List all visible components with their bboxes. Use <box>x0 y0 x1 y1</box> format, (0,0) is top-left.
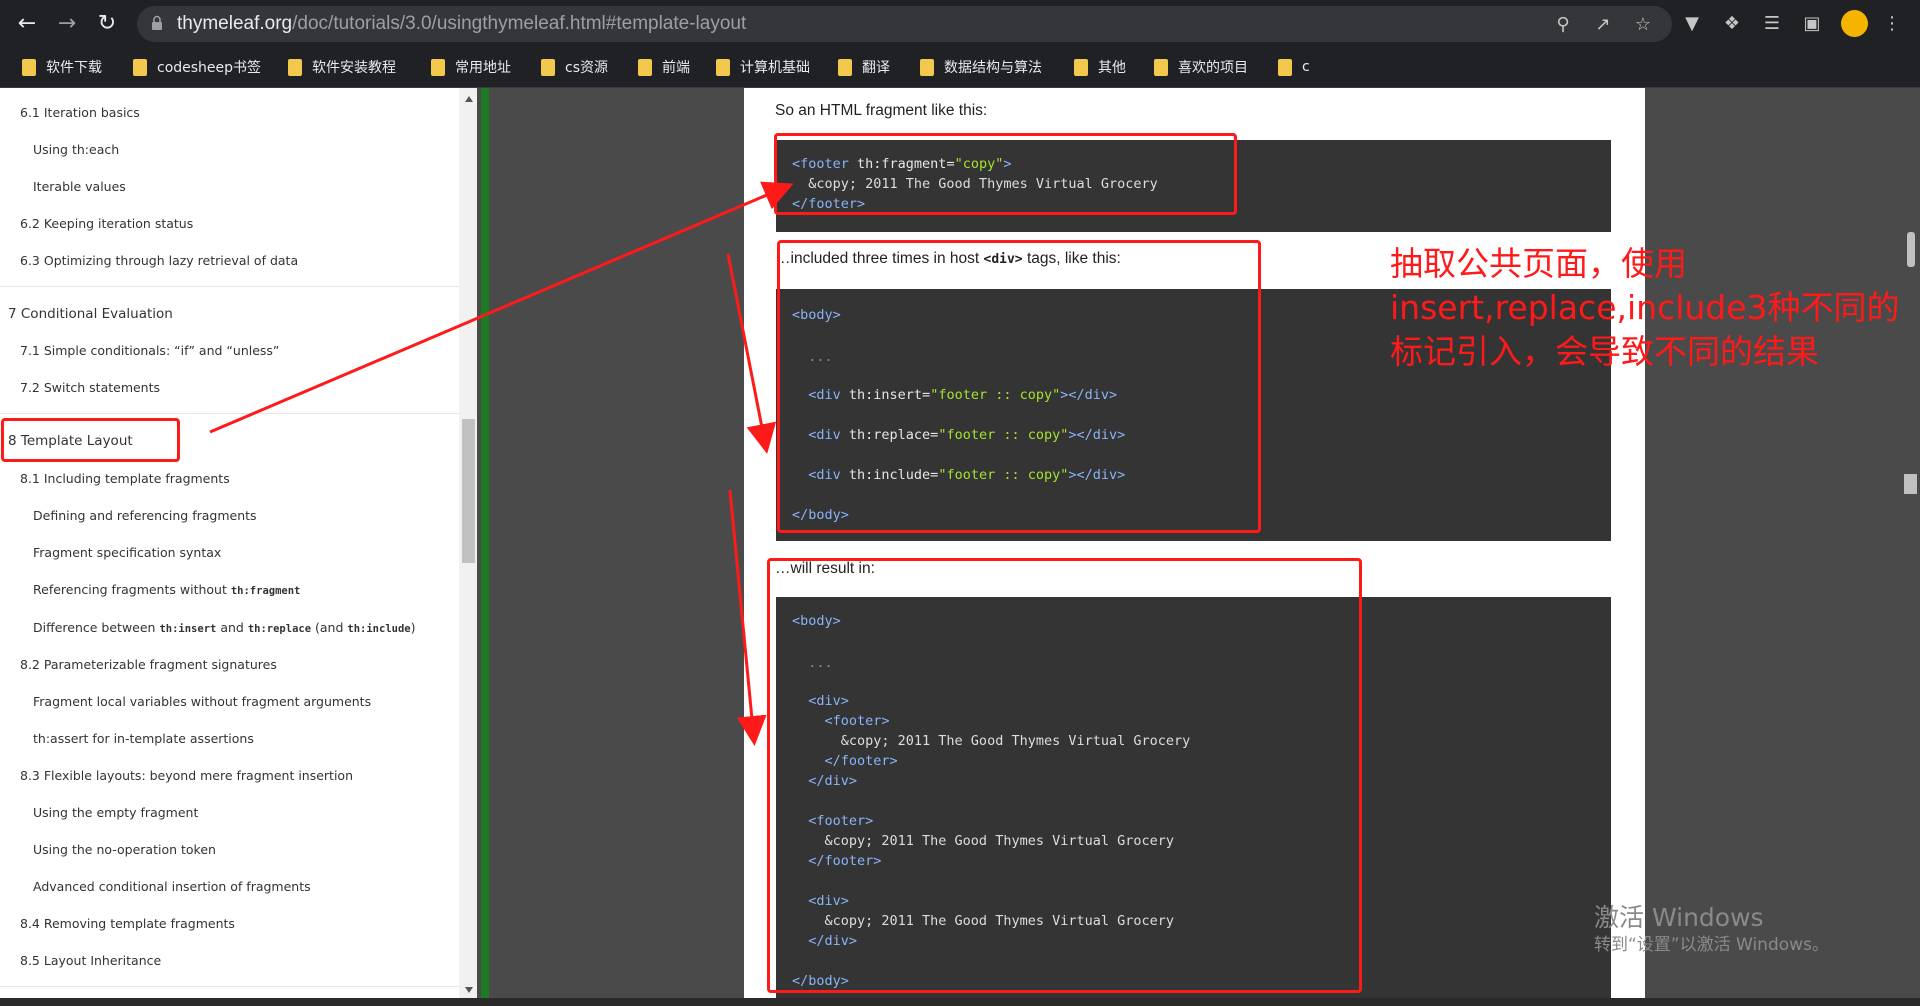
arrow-toc-to-fragment <box>209 181 794 434</box>
taskbar-edge <box>0 998 1920 1006</box>
windows-watermark-title: 激活 Windows <box>1594 903 1764 932</box>
annotation-arrows <box>209 181 794 746</box>
arrow-down-1 <box>726 253 777 454</box>
arrow-down-2 <box>728 489 767 746</box>
windows-watermark-sub: 转到“设置”以激活 Windows。 <box>1594 935 1829 955</box>
annotation-note: 抽取公共页面，使用insert,replace,include3种不同的标记引入… <box>1390 244 1900 371</box>
